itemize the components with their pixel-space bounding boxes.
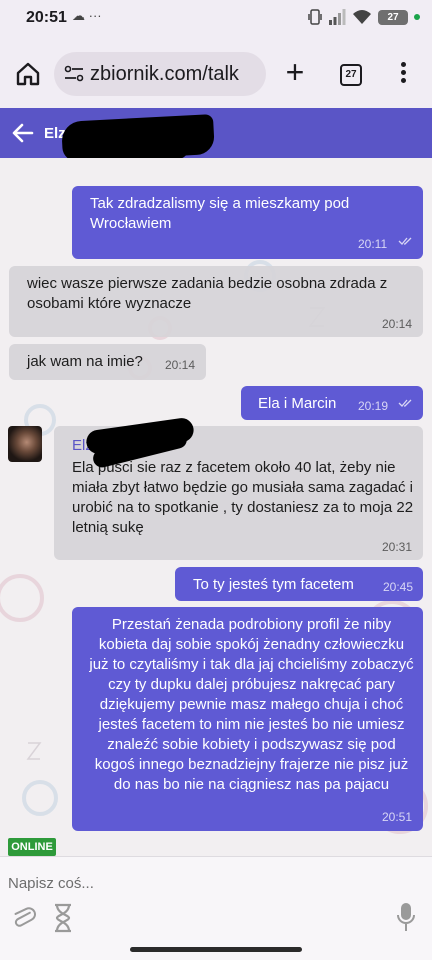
message-text: jak wam na imie? bbox=[27, 353, 143, 370]
message-bubble-outgoing[interactable]: Przestań żenada podrobiony profil że nib… bbox=[72, 607, 423, 831]
status-badge: ONLINE bbox=[8, 838, 56, 856]
message-time: 20:11 bbox=[358, 237, 388, 251]
message-text: wiec wasze pierwsze zadania bedzie osobn… bbox=[27, 275, 388, 312]
message-text: Ela i Marcin bbox=[258, 395, 337, 412]
message-bubble-incoming[interactable]: wiec wasze pierwsze zadania bedzie osobn… bbox=[9, 266, 423, 337]
home-icon[interactable] bbox=[14, 60, 42, 88]
cloud-icon: ☁ ··· bbox=[72, 8, 102, 23]
message-bubble-incoming[interactable]: jak wam na imie? 20:14 bbox=[9, 344, 206, 380]
message-bubble-outgoing[interactable]: To ty jesteś tym facetem 20:45 bbox=[175, 567, 423, 601]
read-receipt-icon bbox=[398, 399, 412, 407]
wifi-icon bbox=[353, 10, 371, 24]
battery-icon: 27 bbox=[378, 9, 408, 25]
message-time: 20:19 bbox=[358, 399, 389, 413]
message-time: 20:14 bbox=[382, 317, 413, 331]
message-time: 20:51 bbox=[382, 810, 413, 824]
message-bubble-outgoing[interactable]: Tak zdradzalismy się a mieszkamy pod Wro… bbox=[72, 186, 423, 259]
microphone-icon[interactable] bbox=[396, 901, 416, 933]
read-receipt-icon bbox=[398, 237, 412, 245]
message-composer bbox=[0, 856, 432, 960]
browser-toolbar: zbiornik.com/talk + 27 bbox=[0, 36, 432, 108]
hourglass-icon[interactable] bbox=[52, 903, 74, 933]
avatar[interactable] bbox=[8, 426, 42, 462]
more-menu-icon[interactable] bbox=[398, 62, 408, 88]
message-time: 20:31 bbox=[382, 540, 413, 554]
privacy-indicator bbox=[414, 14, 420, 20]
message-bubble-outgoing[interactable]: Ela i Marcin 20:19 bbox=[241, 386, 423, 420]
back-arrow-icon[interactable] bbox=[10, 120, 36, 146]
status-icons: 27 bbox=[308, 9, 420, 25]
message-time: 20:14 bbox=[165, 358, 196, 372]
status-bar: 20:51 ☁ ··· 27 bbox=[0, 0, 432, 36]
new-tab-icon[interactable]: + bbox=[281, 56, 309, 88]
message-text: Przestań żenada podrobiony profil że nib… bbox=[89, 616, 414, 793]
message-text: Tak zdradzalismy się a mieszkamy pod Wro… bbox=[90, 195, 350, 232]
status-time: 20:51 bbox=[26, 9, 67, 26]
tab-switcher-button[interactable]: 27 bbox=[340, 64, 362, 86]
message-text: Ela puści sie raz z facetem około 40 lat… bbox=[72, 459, 414, 536]
message-input[interactable] bbox=[8, 871, 408, 895]
address-bar[interactable]: zbiornik.com/talk bbox=[54, 52, 266, 96]
site-settings-icon[interactable] bbox=[64, 65, 84, 83]
navigation-handle[interactable] bbox=[130, 947, 302, 952]
paperclip-icon[interactable] bbox=[12, 903, 36, 931]
signal-icon bbox=[329, 9, 346, 25]
vibrate-icon bbox=[308, 9, 322, 25]
message-time: 20:45 bbox=[383, 580, 414, 594]
url-text: zbiornik.com/talk bbox=[90, 63, 239, 85]
message-text: To ty jesteś tym facetem bbox=[193, 576, 354, 593]
